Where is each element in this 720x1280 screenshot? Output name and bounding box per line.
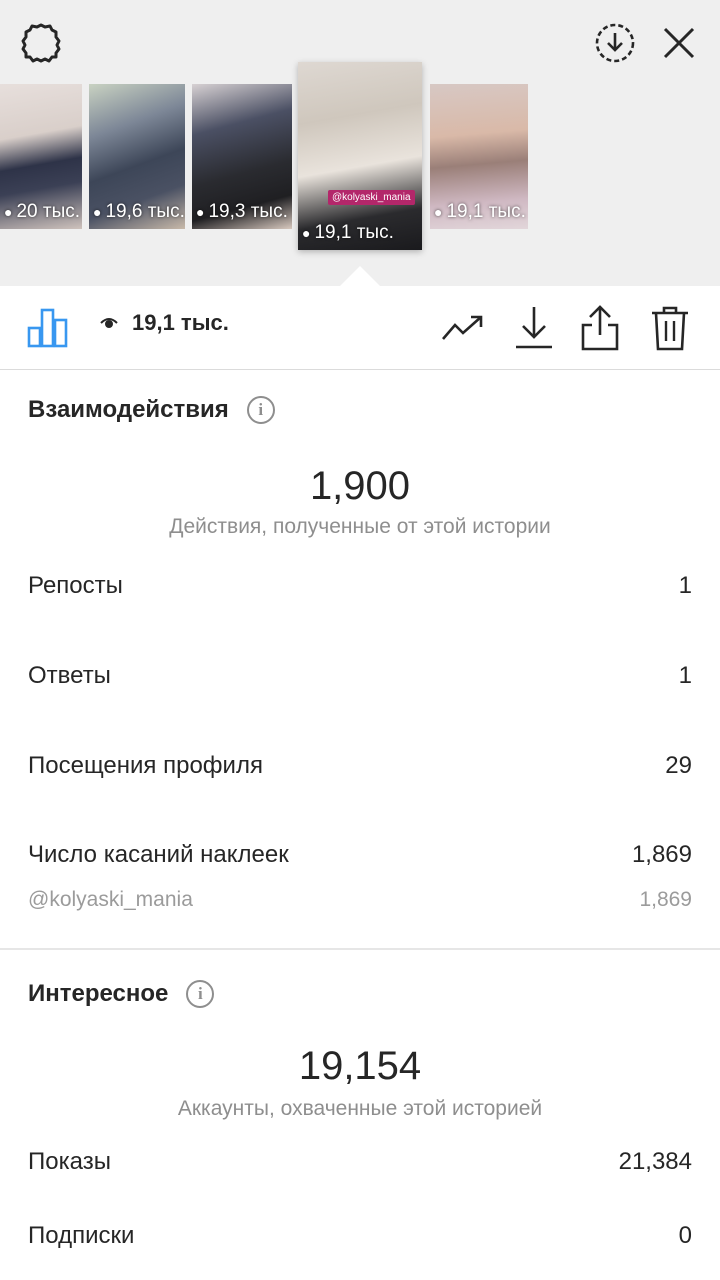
section-divider (0, 948, 720, 950)
metric-row-replies: Ответы 1 (28, 662, 692, 689)
interactions-total: 1,900 (309, 464, 411, 508)
trending-up-icon[interactable] (440, 308, 486, 348)
eye-icon: ● (302, 225, 311, 241)
story-thumbnail[interactable]: ● 19,1 тыс. (430, 84, 528, 229)
story-thumbnail-selected[interactable]: @kolyaski_mania ● 19,1 тыс. (298, 62, 422, 250)
thumbnail-views: ● 19,1 тыс. (434, 201, 526, 222)
discovery-caption: Аккаунты, охваченные этой историей (177, 1097, 543, 1120)
close-icon[interactable] (656, 20, 702, 66)
eye-icon: ● (4, 204, 13, 220)
story-thumbnail[interactable]: ● 20 тыс. (0, 84, 82, 229)
metric-row-sticker-taps: Число касаний наклеек 1,869 (28, 841, 692, 868)
info-icon[interactable]: i (186, 980, 215, 1008)
thumbnail-views: ● 20 тыс. (4, 201, 81, 222)
metric-row-impressions: Показы 21,384 (28, 1148, 692, 1175)
thumbnail-views: ● 19,1 тыс. (302, 222, 394, 243)
story-thumbnail[interactable]: ● 19,6 тыс. (89, 84, 185, 229)
metric-row-sticker-mention: @kolyaski_mania 1,869 (28, 888, 692, 911)
story-views-total: 19,1 тыс. (100, 310, 229, 336)
metric-row-follows: Подписки 0 (28, 1222, 692, 1249)
download-circle-icon[interactable] (590, 18, 640, 68)
thumbnail-views: ● 19,3 тыс. (196, 201, 288, 222)
eye-icon: ● (93, 204, 102, 220)
eye-icon: ● (434, 204, 443, 220)
interactions-heading: Взаимодействия i (28, 396, 275, 424)
share-icon[interactable] (578, 304, 622, 352)
metric-row-reposts: Репосты 1 (28, 572, 692, 599)
story-thumbnail[interactable]: ● 19,3 тыс. (192, 84, 292, 229)
metric-row-profile-visits: Посещения профиля 29 (28, 752, 692, 779)
eye-icon (100, 318, 118, 328)
story-tray: ● 20 тыс. ● 19,6 тыс. ● 19,3 тыс. @kolyaski… (0, 0, 720, 286)
insights-toolbar: 19,1 тыс. (0, 286, 720, 370)
trash-icon[interactable] (648, 304, 692, 352)
eye-icon: ● (196, 204, 205, 220)
discovery-total: 19,154 (298, 1044, 422, 1088)
discovery-heading: Интересное i (28, 980, 215, 1008)
tab-indicator (24, 366, 72, 369)
interactions-caption: Действия, полученные от этой истории (169, 515, 551, 538)
settings-gear-icon[interactable] (18, 20, 64, 66)
download-icon[interactable] (512, 304, 556, 350)
mention-sticker: @kolyaski_mania (328, 190, 415, 205)
selection-pointer (340, 266, 380, 286)
info-icon[interactable]: i (246, 396, 275, 424)
bar-chart-icon[interactable] (26, 304, 70, 350)
thumbnail-views: ● 19,6 тыс. (93, 201, 185, 222)
